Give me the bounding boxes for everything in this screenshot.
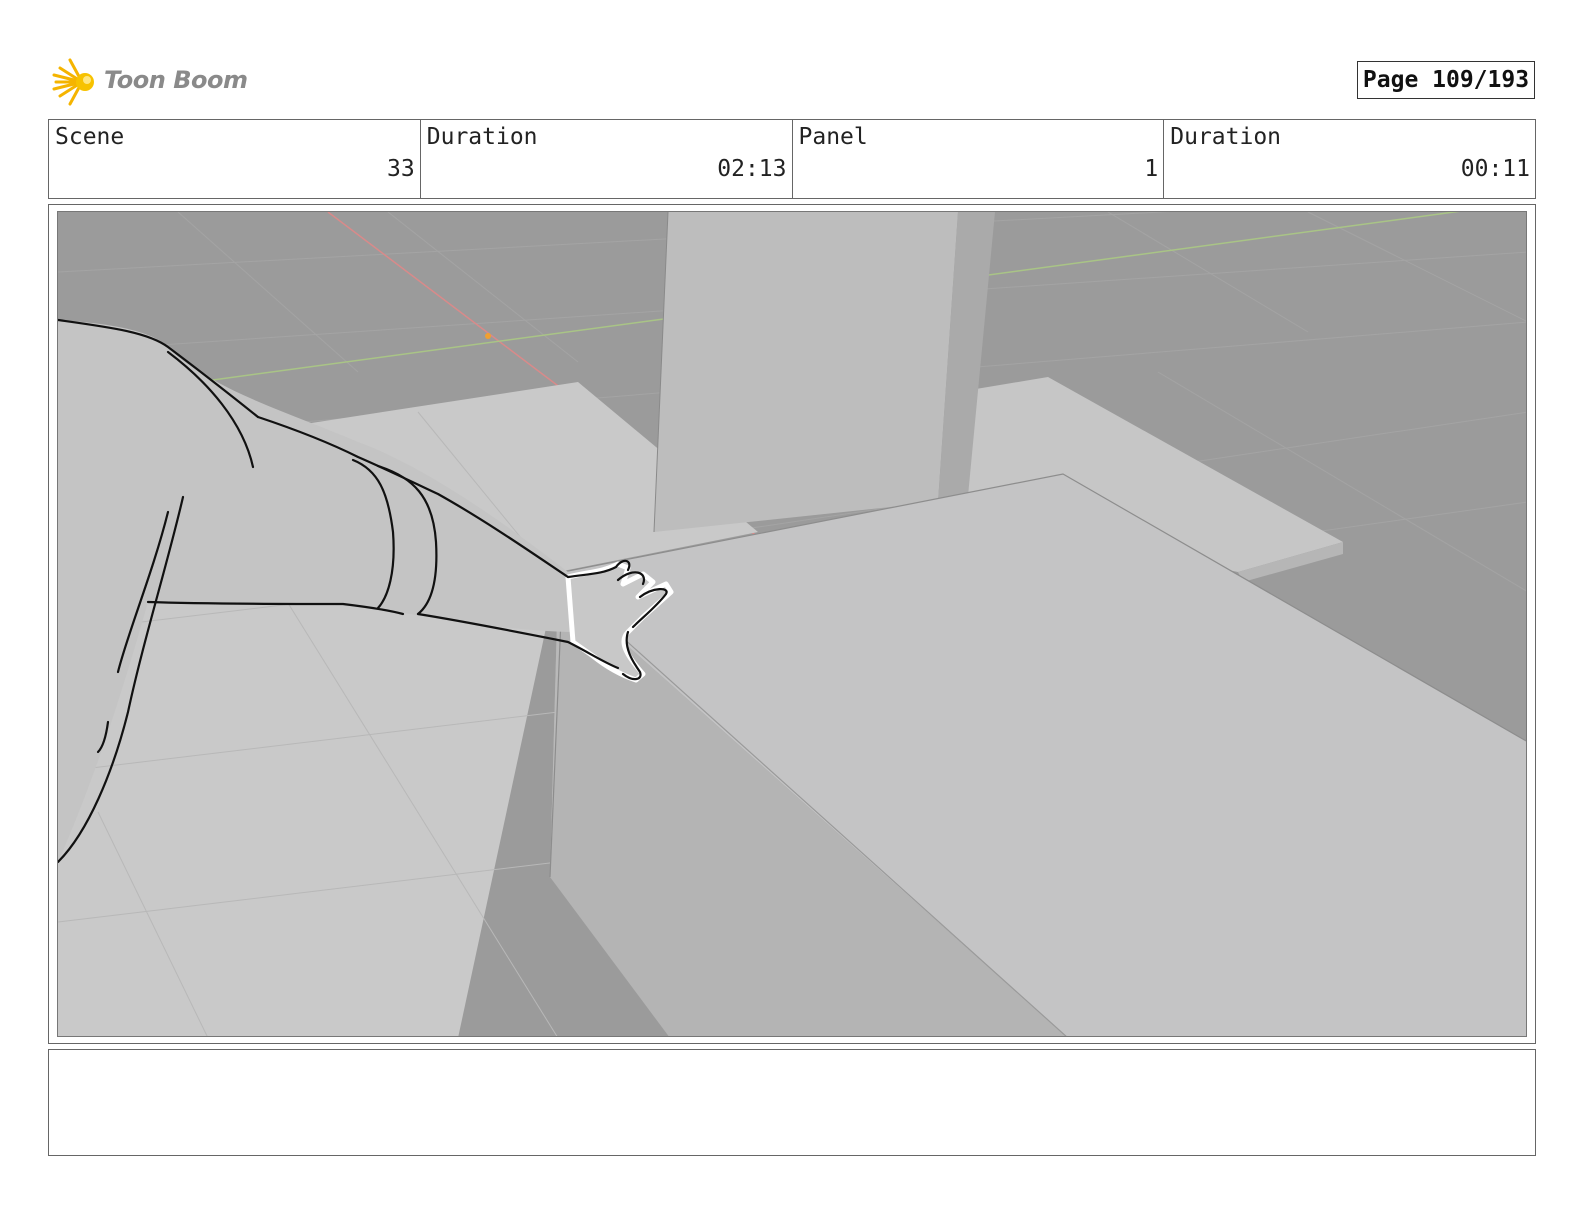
scene-cell: Scene 33 xyxy=(49,120,421,198)
storyboard-panel-frame xyxy=(48,204,1536,1044)
logo-text: Toon Boom xyxy=(104,66,248,94)
scene-label: Scene xyxy=(55,124,125,150)
panel-cell: Panel 1 xyxy=(793,120,1165,198)
panel-label: Panel xyxy=(798,124,868,150)
starburst-icon xyxy=(52,58,94,106)
storyboard-panel-image xyxy=(57,211,1527,1037)
origin-marker xyxy=(485,333,491,339)
panel-sketch xyxy=(58,212,1526,1036)
scene-info-row: Scene 33 Duration 02:13 Panel 1 Duration… xyxy=(48,119,1536,199)
panel-duration-label: Duration xyxy=(1170,124,1282,150)
panel-value: 1 xyxy=(1144,156,1159,182)
pillar-front xyxy=(654,212,958,532)
panel-duration-value: 00:11 xyxy=(1460,156,1530,182)
scene-duration-value: 02:13 xyxy=(717,156,787,182)
scene-value: 33 xyxy=(387,156,415,182)
scene-duration-label: Duration xyxy=(426,124,538,150)
page-indicator: Page 109/193 xyxy=(1357,61,1535,99)
panel-notes-box xyxy=(48,1049,1536,1156)
scene-duration-cell: Duration 02:13 xyxy=(421,120,793,198)
toon-boom-logo: Toon Boom xyxy=(52,56,252,108)
panel-duration-cell: Duration 00:11 xyxy=(1164,120,1535,198)
